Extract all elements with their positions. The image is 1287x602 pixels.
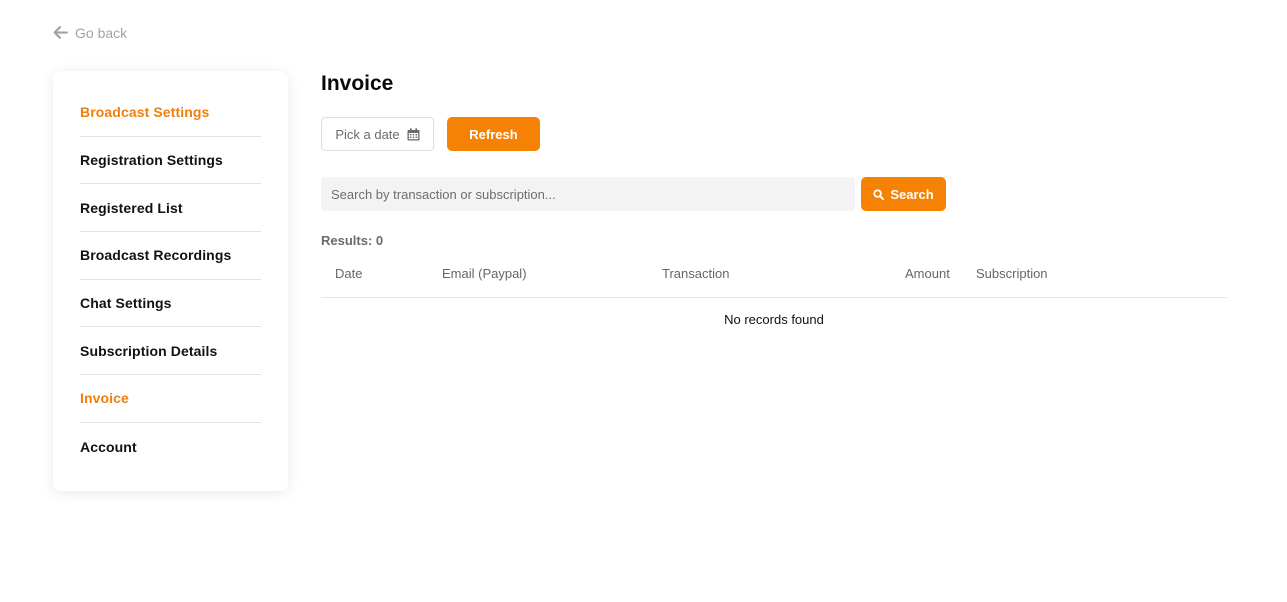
column-header-transaction: Transaction (662, 266, 730, 281)
sidebar-item-subscription-details[interactable]: Subscription Details (80, 327, 261, 376)
page-title: Invoice (321, 72, 394, 95)
column-header-subscription: Subscription (976, 266, 1048, 281)
sidebar-item-broadcast-settings[interactable]: Broadcast Settings (80, 89, 261, 137)
sidebar-item-registration-settings[interactable]: Registration Settings (80, 137, 261, 185)
go-back-link[interactable]: Go back (52, 24, 127, 41)
sidebar-item-chat-settings[interactable]: Chat Settings (80, 280, 261, 328)
results-count: Results: 0 (321, 233, 384, 248)
date-picker[interactable]: Pick a date (321, 117, 434, 151)
date-picker-label: Pick a date (335, 126, 400, 142)
search-button-label: Search (890, 186, 934, 202)
sidebar-item-invoice[interactable]: Invoice (80, 375, 261, 423)
main-content: Invoice Pick a date Refresh Search by tr… (321, 70, 1227, 327)
toolbar: Pick a date Refresh (321, 117, 1227, 151)
column-header-email: Email (Paypal) (442, 266, 527, 281)
arrow-left-icon (53, 26, 68, 39)
search-button[interactable]: Search (861, 177, 946, 211)
sidebar-item-broadcast-recordings[interactable]: Broadcast Recordings (80, 232, 261, 280)
calendar-icon (407, 127, 420, 140)
sidebar-item-account[interactable]: Account (80, 423, 261, 471)
column-header-amount: Amount (905, 266, 950, 281)
search-icon (873, 188, 885, 200)
sidebar-item-registered-list[interactable]: Registered List (80, 184, 261, 233)
column-header-date: Date (335, 266, 363, 281)
empty-state: No records found (724, 312, 824, 327)
search-row: Search (321, 177, 1227, 211)
invoice-table: Date Email (Paypal) Transaction Amount S… (321, 266, 1227, 327)
settings-sidebar: Broadcast Settings Registration Settings… (53, 71, 288, 491)
refresh-button[interactable]: Refresh (447, 117, 540, 151)
table-header: Date Email (Paypal) Transaction Amount S… (321, 266, 1227, 298)
go-back-label: Go back (75, 24, 128, 41)
search-input[interactable] (321, 177, 855, 211)
